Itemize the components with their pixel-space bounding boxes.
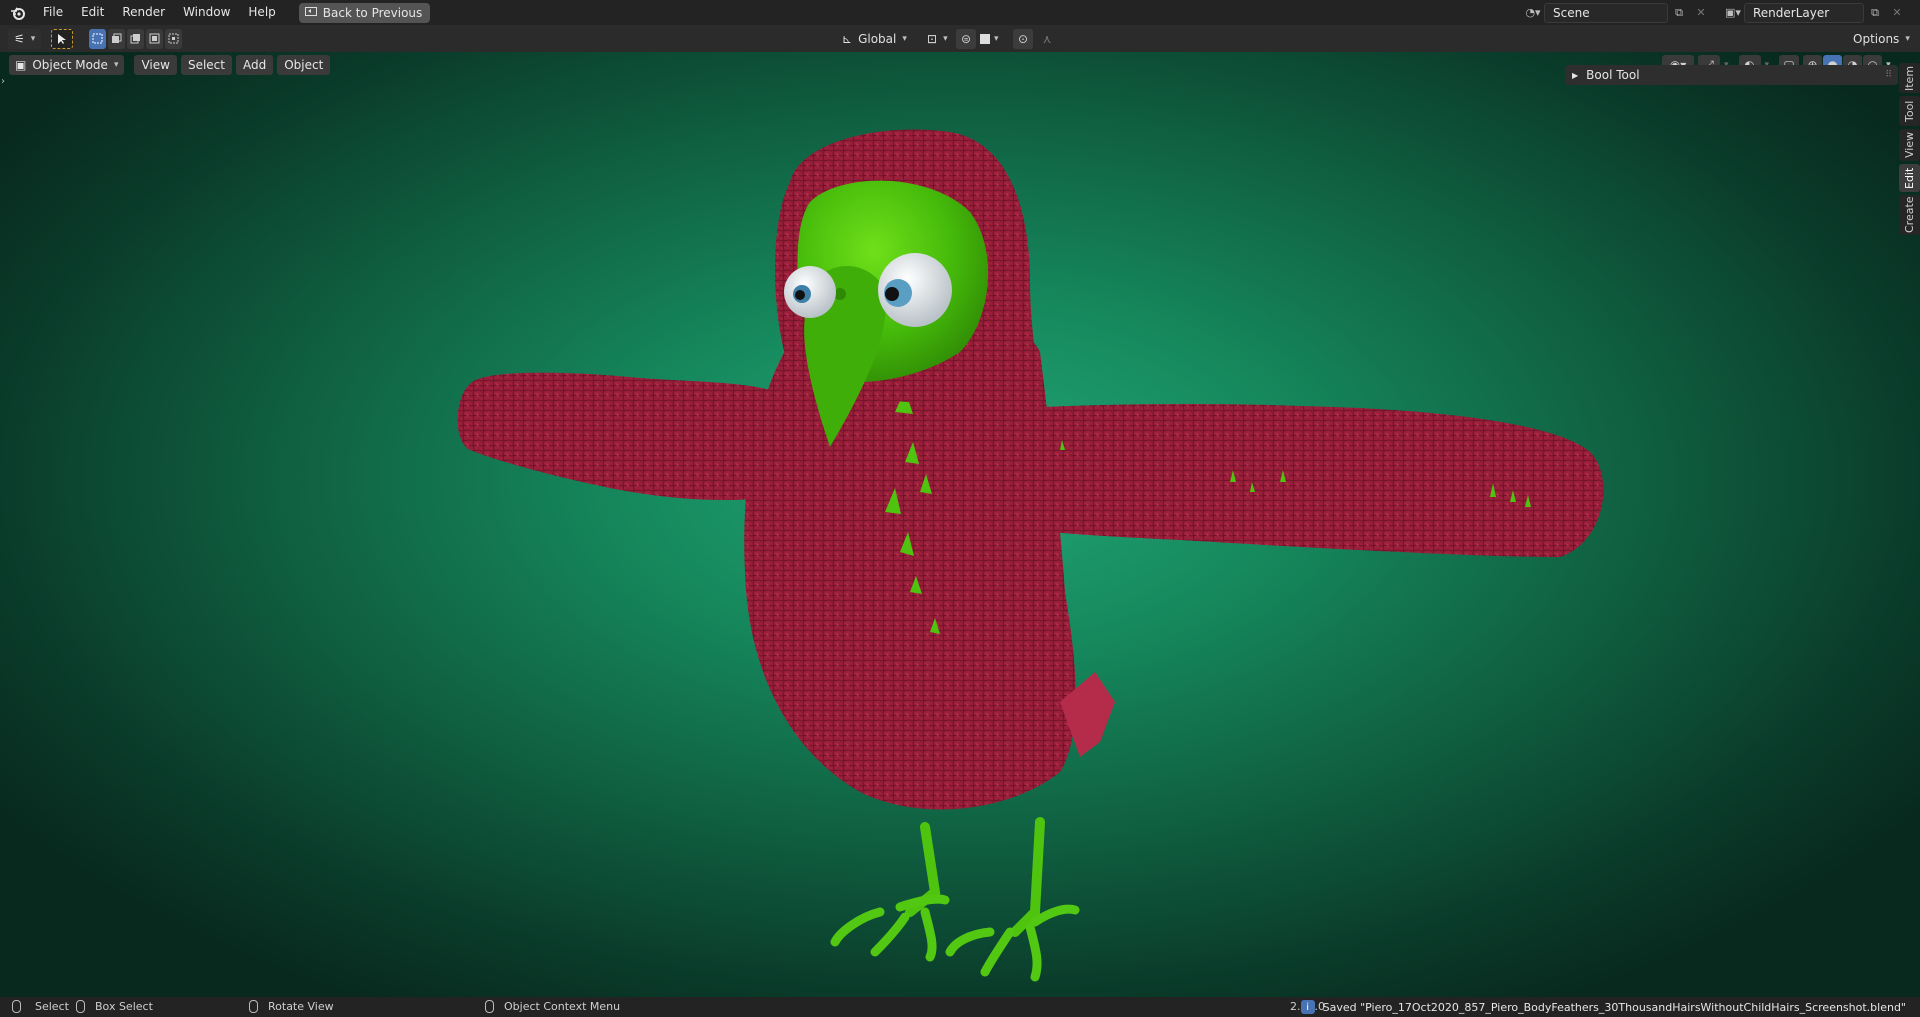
status-box-select-label: Box Select <box>95 1000 153 1013</box>
options-label: Options <box>1853 31 1900 46</box>
status-select: Select <box>12 1000 69 1013</box>
close-layer-icon[interactable]: ✕ <box>1886 3 1908 23</box>
new-scene-icon[interactable]: ⧉ <box>1668 3 1690 23</box>
tool-header: ⚟ ▾ ⊾ Global ▾ ⊡ ▾ ⊜ ▾ ⊙ ⋏ Options ▾ <box>0 25 1920 52</box>
status-bar: Select Box Select Rotate View Object Con… <box>0 997 1920 1017</box>
viewport-menu-select[interactable]: Select <box>180 55 232 75</box>
scene-selector: ◔▾ Scene ⧉ ✕ <box>1522 2 1712 23</box>
scene-icon[interactable]: ◔▾ <box>1522 3 1544 23</box>
menu-edit[interactable]: Edit <box>72 0 113 25</box>
tab-view[interactable]: View <box>1899 129 1920 161</box>
collapse-triangle-icon: ▶ <box>1572 70 1579 80</box>
toolbar-toggle-icon[interactable]: › <box>1 76 5 87</box>
proportional-icon[interactable]: ⊙ <box>1013 28 1033 49</box>
mouse-middle-icon <box>249 1000 258 1013</box>
status-context-menu: Object Context Menu <box>485 1000 620 1013</box>
select-intersect-icon[interactable] <box>165 28 182 49</box>
mouse-right-icon <box>485 1000 494 1013</box>
snap-icon[interactable]: ⊜ <box>956 28 976 49</box>
menu-render[interactable]: Render <box>113 0 174 25</box>
scene-field[interactable]: Scene <box>1544 2 1668 23</box>
select-invert-icon[interactable] <box>146 28 163 49</box>
pivot-icon: ⊡ <box>927 31 938 46</box>
info-icon: i <box>1300 1000 1315 1014</box>
parrot-model <box>457 129 1604 982</box>
object-mode-dropdown[interactable]: ▣ Object Mode ▾ <box>9 55 125 75</box>
saved-message-text: Saved "Piero_17Oct2020_857_Piero_BodyFea… <box>1322 1000 1906 1014</box>
status-context-menu-label: Object Context Menu <box>504 1000 621 1013</box>
render-layer-field[interactable]: RenderLayer <box>1744 2 1864 23</box>
blender-logo-icon[interactable] <box>8 3 28 23</box>
cursor-icon[interactable] <box>51 28 73 49</box>
tab-create[interactable]: Create <box>1899 195 1920 235</box>
sidebar-tabs: Item Tool View Edit Create <box>1899 63 1920 238</box>
tab-tool[interactable]: Tool <box>1899 96 1920 126</box>
object-mode-label: Object Mode <box>32 58 108 72</box>
status-box-select: Box Select <box>76 1000 153 1013</box>
bool-tool-title: Bool Tool <box>1586 68 1640 82</box>
editor-type-dropdown[interactable]: ⚟ ▾ <box>8 28 42 49</box>
viewport-menu-add[interactable]: Add <box>235 55 274 75</box>
saved-message: i Saved "Piero_17Oct2020_857_Piero_BodyF… <box>1300 1000 1906 1014</box>
bool-tool-panel[interactable]: ▶ Bool Tool ⠿ <box>1565 65 1898 85</box>
pivot-point-dropdown[interactable]: ⊡ ▾ <box>921 28 954 49</box>
back-to-previous-label: Back to Previous <box>322 5 423 20</box>
back-to-previous-button[interactable]: Back to Previous <box>298 2 431 23</box>
menu-file[interactable]: File <box>34 0 72 25</box>
screen-icon <box>304 7 317 16</box>
view-layer-selector: ▣▾ RenderLayer ⧉ ✕ <box>1722 2 1908 23</box>
select-extend-icon[interactable] <box>108 28 125 49</box>
mouse-drag-icon <box>76 1000 85 1013</box>
select-subtract-icon[interactable] <box>127 28 144 49</box>
tab-item[interactable]: Item <box>1899 63 1920 93</box>
status-rotate-view-label: Rotate View <box>268 1000 334 1013</box>
menu-help[interactable]: Help <box>239 0 284 25</box>
proportional-falloff-icon[interactable]: ⋏ <box>1037 28 1057 49</box>
status-select-label: Select <box>35 1000 69 1013</box>
select-box-icon[interactable] <box>89 28 106 49</box>
transform-orientation-dropdown[interactable]: ⊾ Global ▾ <box>836 28 914 49</box>
top-menu-bar: File Edit Render Window Help Back to Pre… <box>0 0 1920 25</box>
close-scene-icon[interactable]: ✕ <box>1690 3 1712 23</box>
tab-edit[interactable]: Edit <box>1899 164 1920 192</box>
drag-handle-icon[interactable]: ⠿ <box>1885 70 1892 80</box>
view-layer-icon[interactable]: ▣▾ <box>1722 3 1744 23</box>
snap-chevron-icon[interactable]: ▾ <box>994 34 999 44</box>
viewport-menu-view[interactable]: View <box>134 55 177 75</box>
new-layer-icon[interactable]: ⧉ <box>1864 3 1886 23</box>
status-rotate-view: Rotate View <box>249 1000 334 1013</box>
options-dropdown[interactable]: Options ▾ <box>1847 28 1916 49</box>
orientation-label: Global <box>858 31 897 46</box>
object-mode-icon: ▣ <box>15 58 27 72</box>
snap-target-icon[interactable] <box>978 28 992 49</box>
menu-window[interactable]: Window <box>174 0 239 25</box>
mouse-left-icon <box>12 1000 21 1013</box>
editor-type-icon: ⚟ <box>14 31 25 46</box>
viewport-menu-object[interactable]: Object <box>277 55 331 75</box>
orientation-icon: ⊾ <box>842 31 853 46</box>
3d-viewport[interactable]: ▣ Object Mode ▾ View Select Add Object ◉… <box>0 52 1920 997</box>
